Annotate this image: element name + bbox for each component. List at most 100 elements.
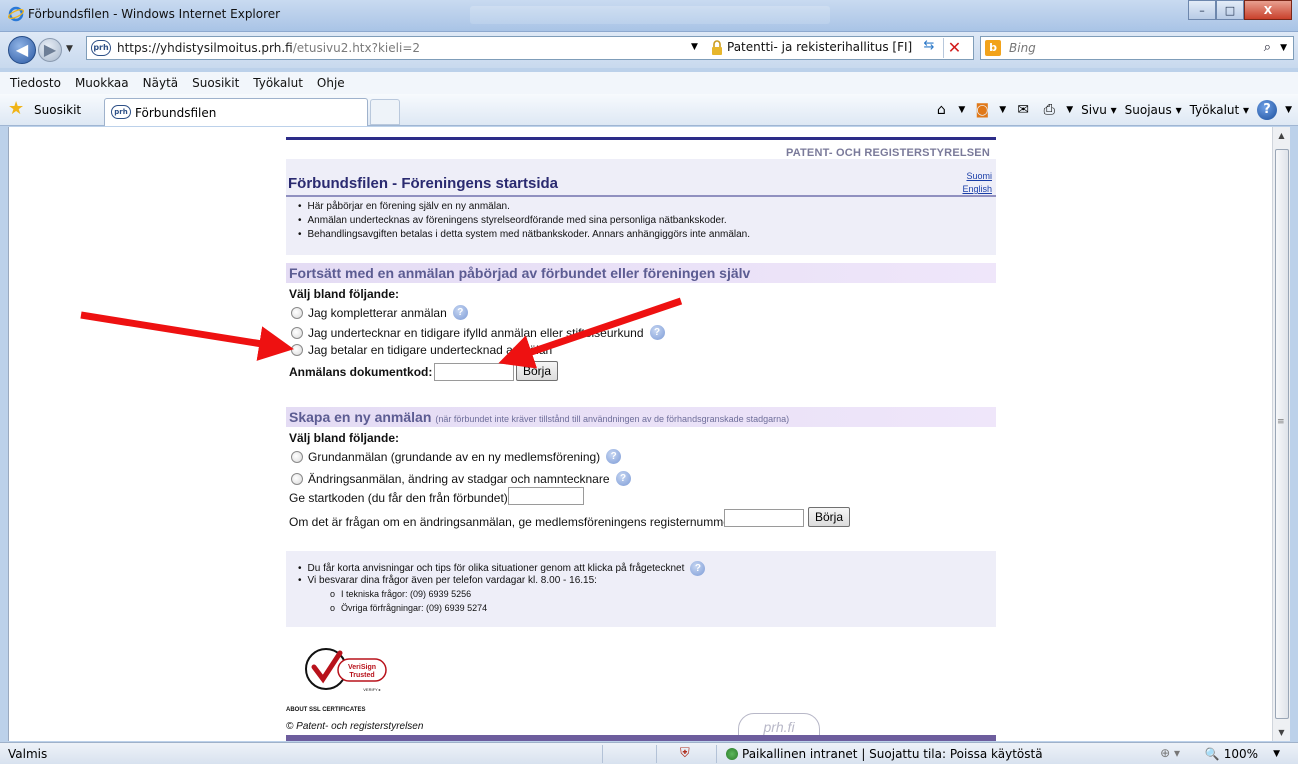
search-dropdown-icon[interactable]: ▼ bbox=[1280, 43, 1287, 53]
tab-forbundsfilen[interactable]: prh Förbundsfilen bbox=[104, 98, 368, 126]
background-window-ghost bbox=[470, 6, 830, 24]
favorites-button[interactable]: Suosikit bbox=[34, 103, 81, 117]
lang-link-english[interactable]: English bbox=[962, 184, 992, 194]
help-question-icon[interactable]: ? bbox=[649, 325, 665, 340]
lock-icon[interactable] bbox=[711, 40, 723, 55]
svg-text:Trusted: Trusted bbox=[349, 672, 374, 679]
new-tab-button[interactable] bbox=[370, 99, 400, 125]
zoom-dropdown-icon[interactable]: ▼ bbox=[1273, 749, 1280, 759]
scroll-up-arrow-icon[interactable]: ▲ bbox=[1273, 127, 1290, 144]
help-question-icon[interactable]: ? bbox=[452, 305, 468, 320]
page-menu[interactable]: Sivu ▾ bbox=[1081, 103, 1117, 117]
search-icon[interactable]: ⌕ bbox=[1264, 40, 1271, 55]
scroll-thumb[interactable] bbox=[1275, 149, 1289, 719]
header-panel: Förbundsfilen - Föreningens startsida Su… bbox=[286, 159, 996, 255]
verisign-seal-icon[interactable]: VeriSign Trusted VERIFY ▸ bbox=[304, 639, 394, 703]
help-question-icon[interactable]: ? bbox=[615, 471, 631, 486]
svg-text:VeriSign: VeriSign bbox=[348, 664, 376, 671]
help-question-icon[interactable]: ? bbox=[606, 449, 622, 464]
certificate-owner[interactable]: Patentti- ja rekisterihallitus [FI] bbox=[727, 40, 912, 54]
zone-icon bbox=[726, 748, 738, 760]
refresh-icon[interactable]: ⇆ bbox=[919, 38, 939, 58]
intro-item: Här påbörjar en förening själv en ny anm… bbox=[298, 201, 510, 212]
start-button-new[interactable]: Börja bbox=[808, 507, 851, 527]
home-icon[interactable]: ⌂ bbox=[932, 101, 950, 119]
radio-basic-notice[interactable] bbox=[291, 450, 303, 463]
section-new-header: Skapa en ny anmälan (när förbundet inte k… bbox=[286, 407, 996, 427]
tab-favicon-icon: prh bbox=[111, 105, 131, 119]
zoom-level[interactable]: 🔍 100% bbox=[1205, 747, 1258, 761]
minimize-button[interactable]: – bbox=[1188, 0, 1216, 20]
mail-icon[interactable]: ✉ bbox=[1014, 101, 1032, 119]
radio-complete[interactable] bbox=[291, 306, 303, 319]
favorites-star-icon[interactable]: ★ bbox=[8, 100, 24, 118]
section-new-subtitle: (när förbundet inte kräver tillstånd til… bbox=[435, 414, 790, 424]
favorites-bar: ★ Suosikit prh Förbundsfilen ⌂ ▼ ◙ ▼ ✉ ⎙… bbox=[0, 94, 1298, 126]
menu-tools[interactable]: Työkalut bbox=[251, 76, 305, 90]
address-url[interactable]: https://yhdistysilmoitus.prh.fi/etusivu2… bbox=[117, 41, 420, 55]
history-dropdown-icon[interactable]: ▼ bbox=[66, 44, 73, 54]
menu-view[interactable]: Näytä bbox=[141, 76, 181, 90]
menu-help[interactable]: Ohje bbox=[315, 76, 347, 90]
window-controls: – □ X bbox=[1188, 0, 1292, 22]
info-item: Du får korta anvisningar och tips för ol… bbox=[298, 561, 706, 576]
document-code-input[interactable] bbox=[434, 363, 514, 381]
start-button-continue[interactable]: Börja bbox=[516, 361, 559, 381]
intro-item: Behandlingsavgiften betalas i detta syst… bbox=[298, 229, 751, 240]
window-title: Förbundsfilen - Windows Internet Explore… bbox=[28, 7, 281, 21]
menu-bar: Tiedosto Muokkaa Näytä Suosikit Työkalut… bbox=[0, 72, 1298, 94]
option-sign[interactable]: Jag undertecknar en tidigare ifylld anmä… bbox=[291, 325, 665, 340]
feeds-dropdown-icon[interactable]: ▼ bbox=[999, 105, 1006, 115]
radio-sign[interactable] bbox=[291, 326, 303, 339]
help-dropdown-icon[interactable]: ▼ bbox=[1285, 105, 1292, 115]
status-bar: Valmis ⛨ Paikallinen intranet | Suojattu… bbox=[0, 742, 1298, 764]
bing-icon: b bbox=[985, 40, 1001, 56]
tools-status-icon[interactable]: ⊕ ▾ bbox=[1160, 746, 1180, 760]
help-question-icon[interactable]: ? bbox=[690, 561, 706, 576]
stop-icon[interactable]: ✕ bbox=[943, 38, 965, 58]
address-bar[interactable]: prh https://yhdistysilmoitus.prh.fi/etus… bbox=[86, 36, 974, 60]
search-box[interactable]: b Bing ⌕ ▼ bbox=[980, 36, 1294, 60]
option-basic-notice[interactable]: Grundanmälan (grundande av en ny medlems… bbox=[291, 449, 622, 464]
safety-menu[interactable]: Suojaus ▾ bbox=[1125, 103, 1182, 117]
footer-bar bbox=[286, 735, 996, 741]
feeds-icon[interactable]: ◙ bbox=[973, 101, 991, 119]
arrow-left bbox=[80, 311, 294, 361]
info-subitem: Övriga förfrågningar: (09) 6939 5274 bbox=[330, 603, 487, 613]
back-button[interactable]: ◀ bbox=[8, 36, 36, 64]
menu-file[interactable]: Tiedosto bbox=[8, 76, 63, 90]
scroll-grip-icon: ≡ bbox=[1277, 417, 1285, 427]
security-zone[interactable]: Paikallinen intranet | Suojattu tila: Po… bbox=[742, 747, 1043, 761]
lang-link-suomi[interactable]: Suomi bbox=[966, 171, 992, 181]
header-rule bbox=[286, 195, 996, 197]
tools-menu[interactable]: Työkalut ▾ bbox=[1190, 103, 1249, 117]
help-icon[interactable]: ? bbox=[1257, 100, 1278, 120]
forward-button[interactable]: ▶ bbox=[38, 38, 62, 62]
option-pay[interactable]: Jag betalar en tidigare undertecknad anm… bbox=[291, 343, 552, 357]
menu-favorites[interactable]: Suosikit bbox=[190, 76, 241, 90]
start-code-input[interactable] bbox=[508, 487, 584, 505]
home-dropdown-icon[interactable]: ▼ bbox=[958, 105, 965, 115]
section-new-title: Skapa en ny anmälan (när förbundet inte k… bbox=[289, 409, 790, 425]
scroll-down-arrow-icon[interactable]: ▼ bbox=[1273, 724, 1290, 741]
protected-mode-icon[interactable]: ⛨ bbox=[680, 746, 690, 761]
register-number-input[interactable] bbox=[724, 509, 804, 527]
status-divider bbox=[602, 745, 603, 763]
status-divider bbox=[716, 745, 717, 763]
maximize-button[interactable]: □ bbox=[1216, 0, 1244, 20]
close-button[interactable]: X bbox=[1244, 0, 1292, 20]
address-dropdown-icon[interactable]: ▼ bbox=[691, 42, 698, 52]
option-complete[interactable]: Jag kompletterar anmälan ? bbox=[291, 305, 468, 320]
print-icon[interactable]: ⎙ bbox=[1040, 101, 1058, 119]
status-divider bbox=[656, 745, 657, 763]
radio-pay[interactable] bbox=[291, 344, 303, 356]
vertical-scrollbar[interactable]: ▲ ≡ ▼ bbox=[1272, 127, 1290, 741]
option-change-notice[interactable]: Ändringsanmälan, ändring av stadgar och … bbox=[291, 471, 631, 486]
search-placeholder[interactable]: Bing bbox=[1009, 41, 1036, 55]
ssl-certificates-link[interactable]: ABOUT SSL CERTIFICATES bbox=[286, 707, 365, 713]
print-dropdown-icon[interactable]: ▼ bbox=[1066, 105, 1073, 115]
top-rule bbox=[286, 137, 996, 140]
command-bar: ⌂ ▼ ◙ ▼ ✉ ⎙ ▼ Sivu ▾ Suojaus ▾ Työkalut … bbox=[932, 100, 1292, 120]
menu-edit[interactable]: Muokkaa bbox=[73, 76, 131, 90]
radio-change-notice[interactable] bbox=[291, 472, 303, 485]
